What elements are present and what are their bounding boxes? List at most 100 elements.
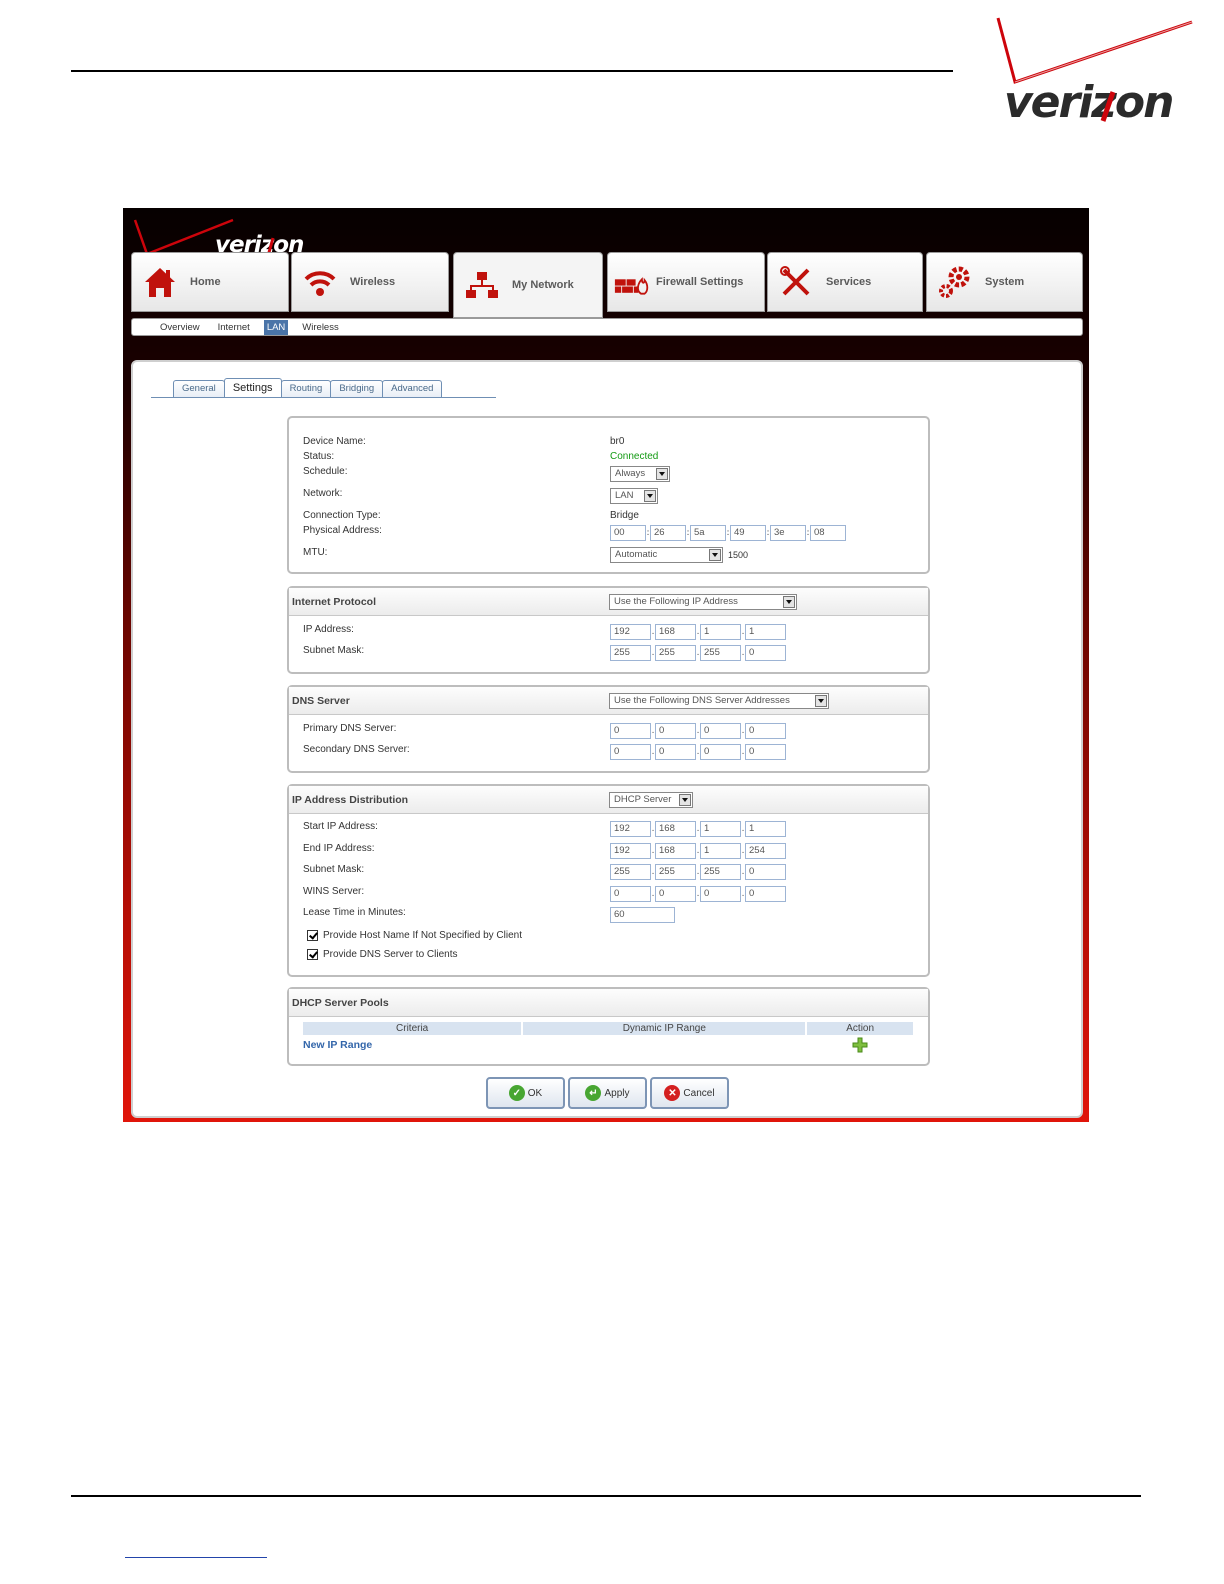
subtab-routing[interactable]: Routing [280, 380, 332, 397]
subtab-bridging[interactable]: Bridging [330, 380, 384, 397]
ip-octet-field[interactable]: 168 [655, 624, 696, 640]
ip-octet-field[interactable]: 0 [655, 723, 696, 739]
ip-octet-field[interactable]: 0 [745, 744, 786, 760]
mac-octet-field[interactable]: 00 [610, 525, 646, 541]
dns-to-clients-checkbox[interactable]: Provide DNS Server to Clients [307, 949, 458, 960]
internet-protocol-select[interactable]: Use the Following IP Address [609, 594, 797, 610]
dns-server-select[interactable]: Use the Following DNS Server Addresses [609, 693, 829, 709]
ip-octet-field[interactable]: 0 [745, 645, 786, 661]
mac-octet-field[interactable]: 5a [690, 525, 726, 541]
apply-button[interactable]: ↵ Apply [568, 1077, 647, 1109]
ip-octet-field[interactable]: 0 [655, 886, 696, 902]
tab-wireless[interactable]: Wireless [291, 252, 449, 312]
add-icon[interactable] [852, 1037, 868, 1053]
ip-octet-field[interactable]: 0 [610, 886, 651, 902]
ip-octet-field[interactable]: 0 [745, 886, 786, 902]
subtab-advanced[interactable]: Advanced [382, 380, 443, 397]
ip-octet-field[interactable]: 192 [610, 821, 651, 837]
ip-octet-field[interactable]: 0 [610, 723, 651, 739]
ip-octet-field[interactable]: 1 [700, 843, 741, 859]
end-ip-fields: 192. 168. 1. 254 [610, 843, 786, 859]
tab-system[interactable]: System [926, 252, 1083, 312]
subnav-item-lan[interactable]: LAN [263, 319, 289, 335]
tab-firewall-settings[interactable]: Firewall Settings [607, 252, 765, 312]
status-value: Connected [610, 451, 659, 462]
subnet-mask-fields: 255. 255. 255. 0 [610, 645, 786, 661]
gear-icon [937, 264, 973, 300]
mtu-select[interactable]: Automatic [610, 547, 723, 563]
subnav-item-wireless[interactable]: Wireless [302, 322, 338, 333]
chevron-down-icon [644, 490, 656, 502]
footer-link-underline [125, 1557, 267, 1558]
ip-octet-field[interactable]: 255 [610, 645, 651, 661]
ip-octet-field[interactable]: 0 [745, 864, 786, 880]
cancel-button[interactable]: ✕ Cancel [650, 1077, 729, 1109]
ip-address-label: IP Address: [303, 624, 354, 635]
mac-octet-field[interactable]: 49 [730, 525, 766, 541]
dhcp-subnet-mask-fields: 255. 255. 255. 0 [610, 864, 786, 880]
mtu-value: 1500 [728, 550, 749, 560]
subnet-mask-label: Subnet Mask: [303, 645, 365, 656]
subtab-general[interactable]: General [173, 380, 225, 397]
ip-octet-field[interactable]: 255 [610, 864, 651, 880]
checkmark-icon [307, 949, 318, 960]
lease-time-field[interactable]: 60 [610, 907, 675, 923]
physical-address-fields: 00: 26: 5a: 49: 3e: 08 [610, 525, 846, 541]
ip-octet-field[interactable]: 192 [610, 843, 651, 859]
ok-button[interactable]: ✓ OK [486, 1077, 565, 1109]
device-section: Device Name: br0 Status: Connected Sched… [287, 416, 930, 574]
subnav-item-overview[interactable]: Overview [160, 322, 200, 333]
ip-octet-field[interactable]: 0 [655, 744, 696, 760]
tab-strip-line [151, 397, 496, 398]
chevron-down-icon [709, 549, 721, 561]
ip-octet-field[interactable]: 168 [655, 821, 696, 837]
ip-octet-field[interactable]: 192 [610, 624, 651, 640]
ip-octet-field[interactable]: 0 [700, 886, 741, 902]
subtab-settings[interactable]: Settings [223, 378, 282, 397]
ip-octet-field[interactable]: 1 [745, 821, 786, 837]
tab-my-network[interactable]: My Network [453, 252, 603, 318]
chevron-down-icon [679, 794, 691, 806]
ip-distribution-select[interactable]: DHCP Server [609, 792, 693, 808]
tab-services[interactable]: Services [767, 252, 923, 312]
physical-address-label: Physical Address: [303, 525, 382, 536]
subnav-item-internet[interactable]: Internet [218, 322, 250, 333]
ip-octet-field[interactable]: 255 [700, 864, 741, 880]
ip-octet-field[interactable]: 0 [700, 744, 741, 760]
header-rule [71, 70, 953, 72]
check-icon: ✓ [508, 1085, 525, 1101]
cancel-icon: ✕ [664, 1085, 681, 1101]
schedule-label: Schedule: [303, 466, 348, 477]
ip-octet-field[interactable]: 255 [655, 864, 696, 880]
ip-address-fields: 192. 168. 1. 1 [610, 624, 786, 640]
network-select[interactable]: LAN [610, 488, 658, 504]
ip-octet-field[interactable]: 254 [745, 843, 786, 859]
schedule-select[interactable]: Always [610, 466, 670, 482]
host-name-checkbox[interactable]: Provide Host Name If Not Specified by Cl… [307, 930, 522, 941]
mac-octet-field[interactable]: 3e [770, 525, 806, 541]
tab-home[interactable]: Home [131, 252, 289, 312]
lease-time-label: Lease Time in Minutes: [303, 907, 406, 918]
new-ip-range-link[interactable]: New IP Range [303, 1039, 372, 1051]
ip-octet-field[interactable]: 168 [655, 843, 696, 859]
ip-octet-field[interactable]: 1 [700, 821, 741, 837]
ip-octet-field[interactable]: 1 [700, 624, 741, 640]
mac-octet-field[interactable]: 08 [810, 525, 846, 541]
connection-type-value: Bridge [610, 510, 639, 521]
ip-octet-field[interactable]: 255 [655, 645, 696, 661]
svg-text:verizon: verizon [1004, 77, 1172, 128]
wins-server-label: WINS Server: [303, 886, 365, 897]
network-label: Network: [303, 488, 343, 499]
ip-octet-field[interactable]: 0 [610, 744, 651, 760]
ip-octet-field[interactable]: 0 [700, 723, 741, 739]
mac-octet-field[interactable]: 26 [650, 525, 686, 541]
ip-octet-field[interactable]: 0 [745, 723, 786, 739]
wins-server-fields: 0. 0. 0. 0 [610, 886, 786, 902]
verizon-logo: verizon [996, 17, 1193, 128]
dhcp-pools-title: DHCP Server Pools [292, 997, 389, 1009]
chevron-down-icon [815, 695, 827, 707]
ip-octet-field[interactable]: 1 [745, 624, 786, 640]
internet-protocol-section: Internet Protocol Use the Following IP A… [287, 586, 930, 674]
ip-octet-field[interactable]: 255 [700, 645, 741, 661]
network-icon [464, 267, 500, 303]
